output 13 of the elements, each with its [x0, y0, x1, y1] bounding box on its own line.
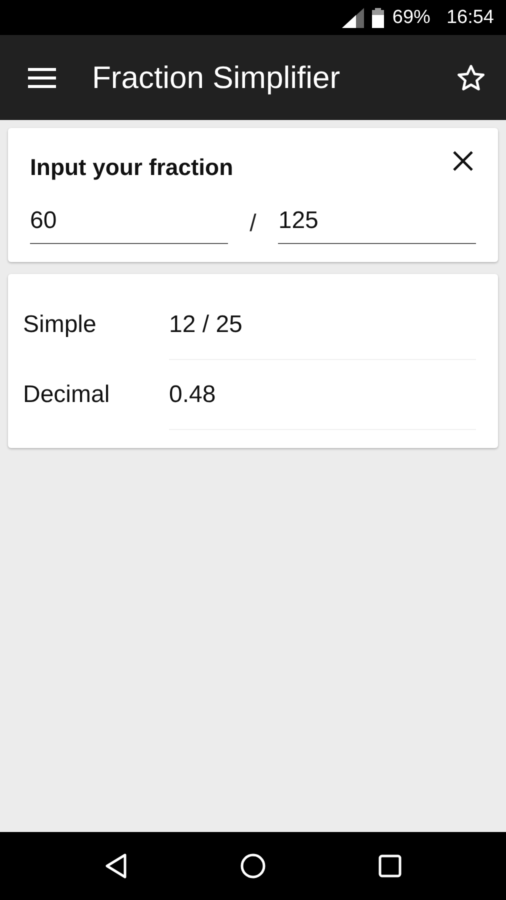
- result-label: Decimal: [23, 381, 111, 409]
- clock-time: 16:54: [446, 6, 494, 28]
- result-value: 12 / 25: [169, 310, 242, 338]
- battery-icon: [372, 8, 384, 28]
- signal-icon: [342, 8, 364, 28]
- result-value: 0.48: [169, 380, 216, 408]
- result-label: Simple: [23, 311, 98, 339]
- fraction-slash: /: [248, 210, 258, 238]
- denominator-field[interactable]: 125: [278, 203, 476, 244]
- card-title: Input your fraction: [30, 154, 234, 181]
- numerator-field[interactable]: 60: [30, 203, 228, 244]
- battery-percent: 69%: [392, 6, 430, 28]
- app-title: Fraction Simplifier: [92, 60, 342, 96]
